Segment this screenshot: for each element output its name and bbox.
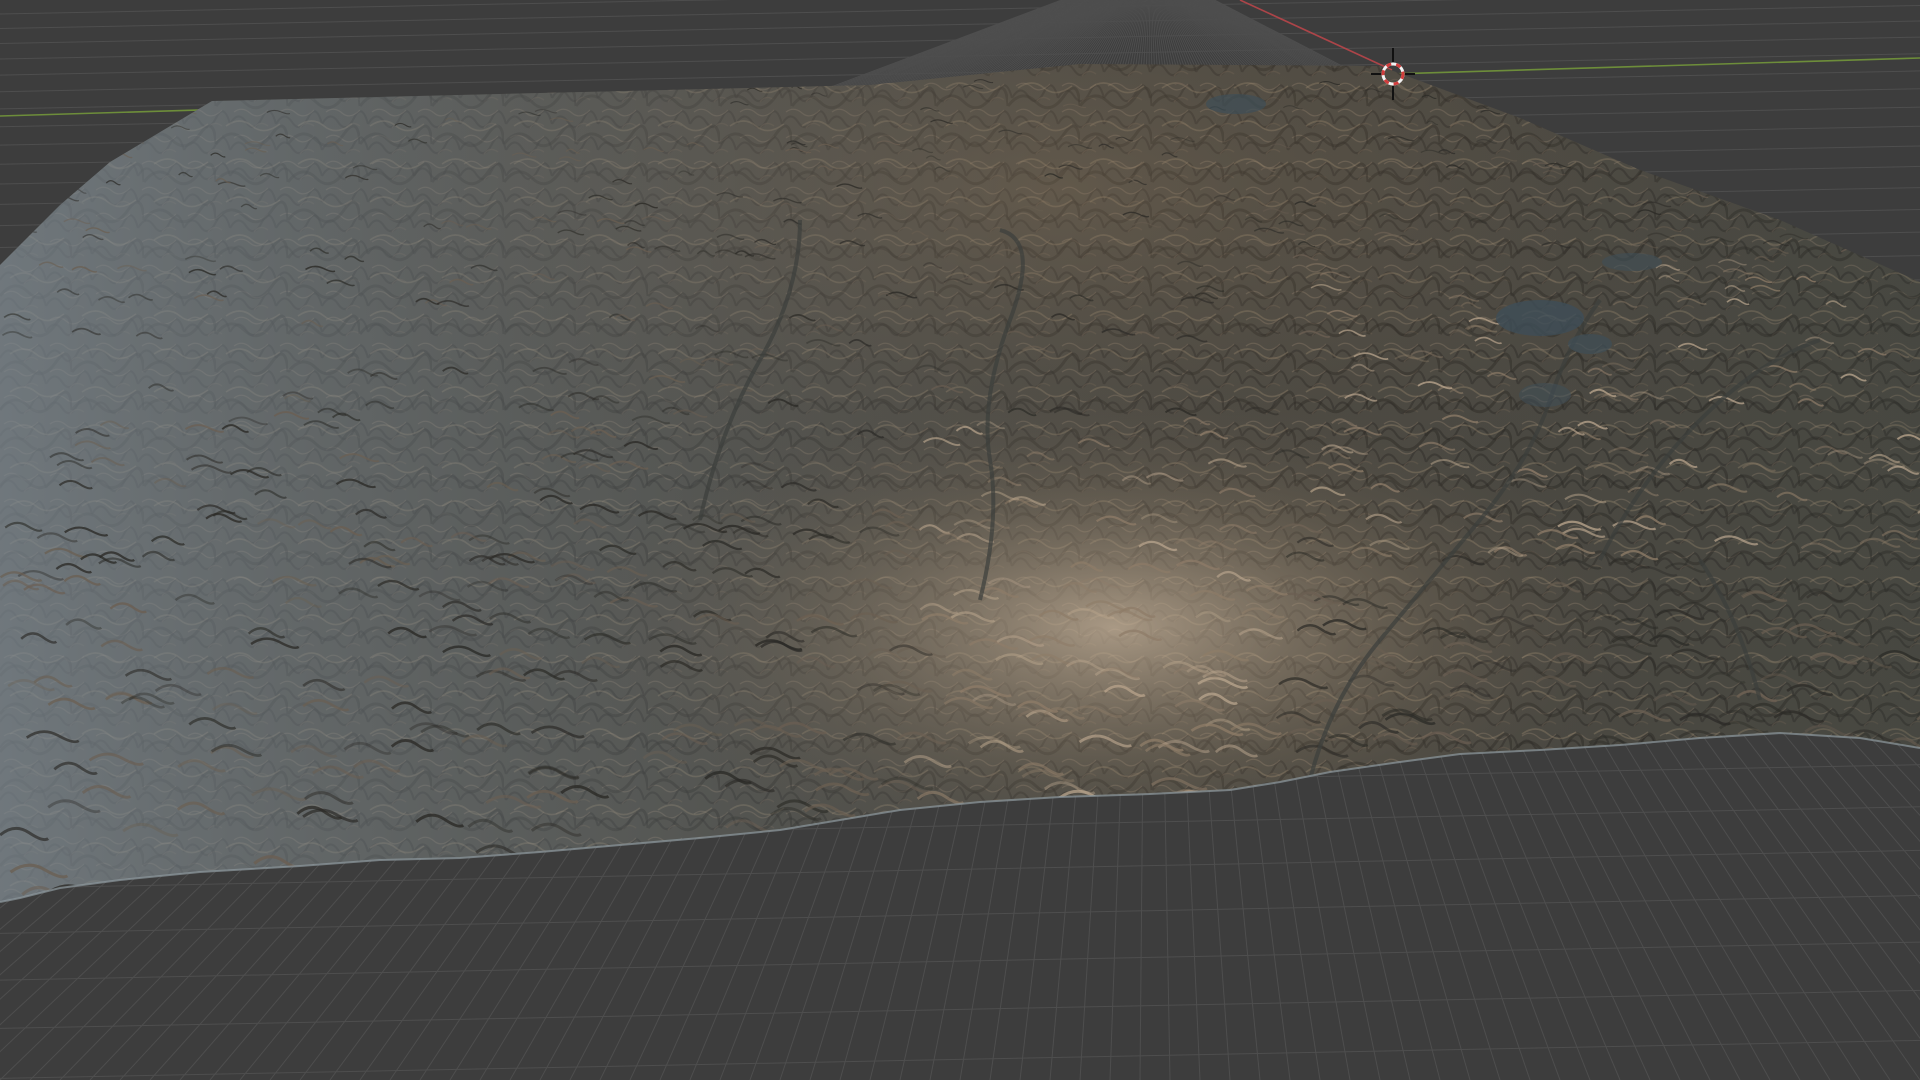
viewport-scene[interactable] — [0, 0, 1920, 1080]
terrain-mesh[interactable] — [0, 60, 1920, 920]
3d-viewport[interactable] — [0, 0, 1920, 1080]
